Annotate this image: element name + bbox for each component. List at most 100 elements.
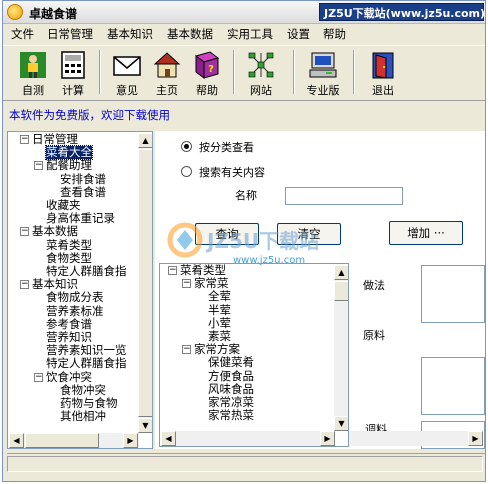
tree-item[interactable]: 其他相冲 — [60, 410, 106, 423]
exit-button[interactable]: 退出 — [363, 48, 403, 98]
calculator-icon — [61, 51, 85, 79]
scroll-up-icon[interactable]: ▲ — [138, 133, 152, 148]
subtree-item[interactable]: 方便食品 — [208, 369, 254, 383]
scroll-left-icon[interactable]: ◀ — [9, 433, 24, 448]
subtree-item[interactable]: 家常热菜 — [208, 409, 254, 422]
scroll-down-icon[interactable]: ▼ — [138, 418, 152, 433]
subtree-item[interactable]: 家常凉菜 — [208, 396, 254, 409]
tree-item[interactable]: 菜肴大全 — [45, 145, 93, 161]
tree-item[interactable]: 日常管理 — [32, 133, 78, 146]
feedback-label: 意见 — [116, 84, 138, 97]
subtree-item[interactable]: 风味食品 — [208, 382, 254, 396]
tree-item[interactable]: 特定人群膳食指 — [46, 357, 127, 370]
tree-vscroll-thumb[interactable] — [138, 149, 152, 417]
tree-item[interactable]: 药物与食物 — [60, 397, 118, 410]
subtree-item[interactable]: 家常菜 — [194, 277, 229, 290]
menu-settings[interactable]: 设置 — [287, 26, 310, 42]
tree-item[interactable]: 食物成分表 — [46, 291, 104, 304]
method-textbox[interactable] — [421, 265, 485, 323]
radio-by-category[interactable] — [181, 141, 192, 152]
tree-item[interactable]: 配餐助理 — [46, 159, 92, 172]
collapse-toggle-icon[interactable]: − — [20, 135, 29, 144]
title-bar[interactable]: 卓越食谱 JZ5U下载站(www.jz5u.com) — [3, 1, 485, 24]
dish-type-tree[interactable]: − 菜肴类型 − 家常菜 全荤 半荤 小荤 素菜 − 家常方案 保健菜肴 方便食品 风味食品 家常凉菜 家常… — [159, 263, 349, 447]
toolbar-separator — [233, 50, 235, 94]
tree-vertical-scrollbar[interactable]: ▲ ▼ — [138, 133, 152, 433]
help-book-icon: ? — [194, 51, 220, 79]
menu-help[interactable]: 帮助 — [323, 26, 346, 42]
tree-item[interactable]: 查看食谱 — [60, 185, 106, 199]
svg-text:?: ? — [208, 64, 214, 75]
tree-item[interactable]: 食物冲突 — [60, 383, 106, 397]
window-title: 卓越食谱 — [29, 7, 78, 21]
menu-daily[interactable]: 日常管理 — [47, 26, 93, 42]
help-button[interactable]: ? 帮助 — [187, 48, 227, 98]
navigation-tree[interactable]: − 日常管理 菜肴大全 − 配餐助理 安排食谱 查看食谱 收藏夹 身高体重记录 − 基本数据 菜肴类型… — [7, 131, 153, 449]
ingredients-textbox[interactable] — [421, 357, 485, 415]
name-label: 名称 — [235, 189, 257, 202]
menu-knowledge[interactable]: 基本知识 — [107, 26, 153, 42]
tree-item[interactable]: 基本数据 — [32, 225, 78, 238]
watermark-logo-text: JZ5U下载站 — [205, 229, 319, 253]
self-test-button[interactable]: 自测 — [13, 48, 53, 98]
name-input[interactable] — [285, 187, 403, 205]
collapse-toggle-icon[interactable]: − — [182, 345, 191, 355]
subtree-item[interactable]: 素菜 — [208, 330, 231, 343]
subtree-horizontal-scrollbar[interactable]: ◀ ▶ — [161, 431, 335, 446]
radio-checked-dot — [184, 144, 189, 149]
tree-item[interactable]: 安排食谱 — [60, 172, 106, 186]
self-test-label: 自测 — [22, 84, 44, 97]
tree-item[interactable]: 参考食谱 — [46, 317, 92, 331]
radio-search[interactable] — [181, 166, 192, 177]
tree-horizontal-scrollbar[interactable]: ◀ ▶ — [9, 433, 139, 448]
feedback-button[interactable]: 意见 — [107, 48, 147, 98]
tree-item[interactable]: 身高体重记录 — [46, 212, 115, 225]
menu-file[interactable]: 文件 — [11, 26, 34, 42]
radio-by-category-label: 按分类查看 — [199, 141, 254, 154]
subtree-item[interactable]: 半荤 — [208, 303, 231, 317]
calculate-button[interactable]: 计算 — [53, 48, 93, 98]
pro-version-button[interactable]: 专业版 — [303, 48, 343, 98]
tree-item[interactable]: 收藏夹 — [46, 199, 81, 212]
pro-version-label: 专业版 — [306, 84, 340, 97]
subtree-item[interactable]: 保健菜肴 — [208, 356, 254, 369]
subtree-vscroll-thumb[interactable] — [334, 281, 348, 301]
exit-label: 退出 — [372, 84, 394, 97]
add-button[interactable]: 增加 ··· — [389, 221, 463, 245]
subtree-vertical-scrollbar[interactable]: ▲ ▼ — [334, 265, 348, 431]
menu-data[interactable]: 基本数据 — [167, 26, 213, 42]
tree-item[interactable]: 特定人群膳食指 — [46, 265, 127, 278]
collapse-toggle-icon[interactable]: − — [34, 161, 43, 171]
tree-item[interactable]: 食物类型 — [46, 251, 92, 265]
tree-item[interactable]: 饮食冲突 — [46, 370, 92, 384]
scroll-left-icon[interactable]: ◀ — [161, 431, 176, 446]
collapse-toggle-icon[interactable]: − — [182, 279, 191, 289]
tree-hscroll-thumb[interactable] — [25, 433, 99, 448]
scroll-right-icon[interactable]: ▶ — [320, 431, 335, 446]
scroll-up-icon[interactable]: ▲ — [334, 265, 348, 280]
homepage-button[interactable]: 主页 — [147, 48, 187, 98]
collapse-toggle-icon[interactable]: − — [168, 266, 177, 275]
tree-item[interactable]: 营养知识 — [46, 331, 92, 344]
method-label: 做法 — [363, 279, 385, 292]
collapse-toggle-icon[interactable]: − — [20, 280, 29, 290]
toolbar-separator — [99, 50, 101, 94]
subtree-item[interactable]: 家常方案 — [194, 343, 240, 356]
subtree-item[interactable]: 小荤 — [208, 316, 231, 330]
scroll-down-icon[interactable]: ▼ — [334, 416, 348, 431]
scroll-right-icon[interactable]: ▶ — [468, 431, 483, 446]
main-horizontal-scrollbar[interactable]: ▶ — [349, 431, 483, 446]
tree-item[interactable]: 营养素标准 — [46, 304, 104, 318]
tree-item[interactable]: 菜肴类型 — [46, 238, 92, 252]
tree-item[interactable]: 营养素知识一览 — [46, 344, 127, 357]
radio-search-label: 搜索有关内容 — [199, 166, 265, 179]
tree-item[interactable]: 基本知识 — [32, 278, 78, 291]
scroll-right-icon[interactable]: ▶ — [123, 433, 138, 448]
collapse-toggle-icon[interactable]: − — [20, 227, 29, 237]
subtree-item[interactable]: 全荤 — [208, 290, 231, 303]
menu-tools[interactable]: 实用工具 — [227, 26, 273, 42]
website-button[interactable]: 网站 — [241, 48, 281, 98]
watermark-badge-text: JZ5U下载站(www.jz5u.com) — [324, 7, 486, 20]
collapse-toggle-icon[interactable]: − — [34, 372, 43, 382]
website-label: 网站 — [250, 84, 272, 97]
